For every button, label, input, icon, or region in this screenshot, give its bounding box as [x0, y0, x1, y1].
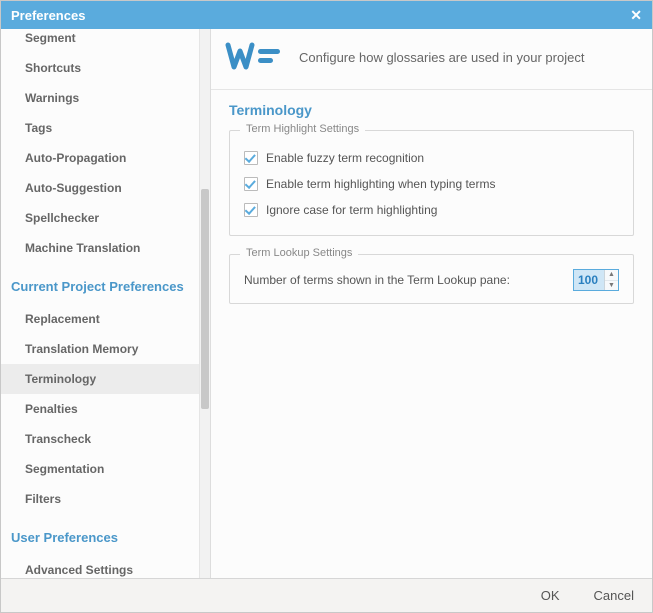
sidebar-item-spellchecker[interactable]: Spellchecker — [1, 203, 199, 233]
spinner-up-icon[interactable]: ▲ — [605, 270, 618, 281]
sidebar-item-auto-propagation[interactable]: Auto-Propagation — [1, 143, 199, 173]
sidebar-item-transcheck[interactable]: Transcheck — [1, 424, 199, 454]
ignore-case-label: Ignore case for term highlighting — [266, 203, 437, 217]
enable-fuzzy-label: Enable fuzzy term recognition — [266, 151, 424, 165]
sidebar-item-penalties[interactable]: Penalties — [1, 394, 199, 424]
enable-fuzzy-checkbox[interactable] — [244, 151, 258, 165]
sidebar-item-segmentation[interactable]: Segmentation — [1, 454, 199, 484]
header-description: Configure how glossaries are used in you… — [299, 50, 584, 65]
sidebar-section-header: Current Project Preferences — [1, 263, 199, 304]
sidebar-item-warnings[interactable]: Warnings — [1, 83, 199, 113]
fieldset-legend: Term Highlight Settings — [240, 123, 365, 135]
window-title: Preferences — [11, 8, 85, 23]
ignore-case-checkbox[interactable] — [244, 203, 258, 217]
titlebar: Preferences ✕ — [1, 1, 652, 29]
enable-typing-highlight-label: Enable term highlighting when typing ter… — [266, 177, 495, 191]
ok-button[interactable]: OK — [541, 588, 560, 603]
cancel-button[interactable]: Cancel — [594, 588, 634, 603]
page-title: Terminology — [229, 102, 634, 118]
term-count-label: Number of terms shown in the Term Lookup… — [244, 273, 510, 287]
fieldset-legend: Term Lookup Settings — [240, 247, 358, 259]
sidebar-section-header: User Preferences — [1, 514, 199, 555]
sidebar-item-advanced-settings[interactable]: Advanced Settings — [1, 555, 199, 578]
sidebar-item-translation-memory[interactable]: Translation Memory — [1, 334, 199, 364]
sidebar: SegmentShortcutsWarningsTagsAuto-Propaga… — [1, 29, 211, 578]
term-highlight-settings: Term Highlight Settings Enable fuzzy ter… — [229, 130, 634, 236]
dialog-footer: OK Cancel — [1, 578, 652, 612]
term-count-spinner[interactable]: 100 ▲ ▼ — [573, 269, 619, 291]
preferences-window: Preferences ✕ SegmentShortcutsWarningsTa… — [0, 0, 653, 613]
sidebar-item-replacement[interactable]: Replacement — [1, 304, 199, 334]
app-logo-icon — [225, 39, 285, 75]
sidebar-item-tags[interactable]: Tags — [1, 113, 199, 143]
sidebar-scrollbar[interactable] — [199, 29, 210, 578]
term-lookup-settings: Term Lookup Settings Number of terms sho… — [229, 254, 634, 304]
scrollbar-thumb[interactable] — [201, 189, 209, 409]
sidebar-item-terminology[interactable]: Terminology — [1, 364, 199, 394]
sidebar-item-segment[interactable]: Segment — [1, 31, 199, 53]
enable-typing-highlight-checkbox[interactable] — [244, 177, 258, 191]
spinner-down-icon[interactable]: ▼ — [605, 281, 618, 291]
content-header: Configure how glossaries are used in you… — [211, 29, 652, 90]
sidebar-item-machine-translation[interactable]: Machine Translation — [1, 233, 199, 263]
sidebar-item-filters[interactable]: Filters — [1, 484, 199, 514]
close-icon[interactable]: ✕ — [630, 7, 642, 24]
sidebar-item-auto-suggestion[interactable]: Auto-Suggestion — [1, 173, 199, 203]
sidebar-item-shortcuts[interactable]: Shortcuts — [1, 53, 199, 83]
term-count-value[interactable]: 100 — [574, 270, 604, 290]
